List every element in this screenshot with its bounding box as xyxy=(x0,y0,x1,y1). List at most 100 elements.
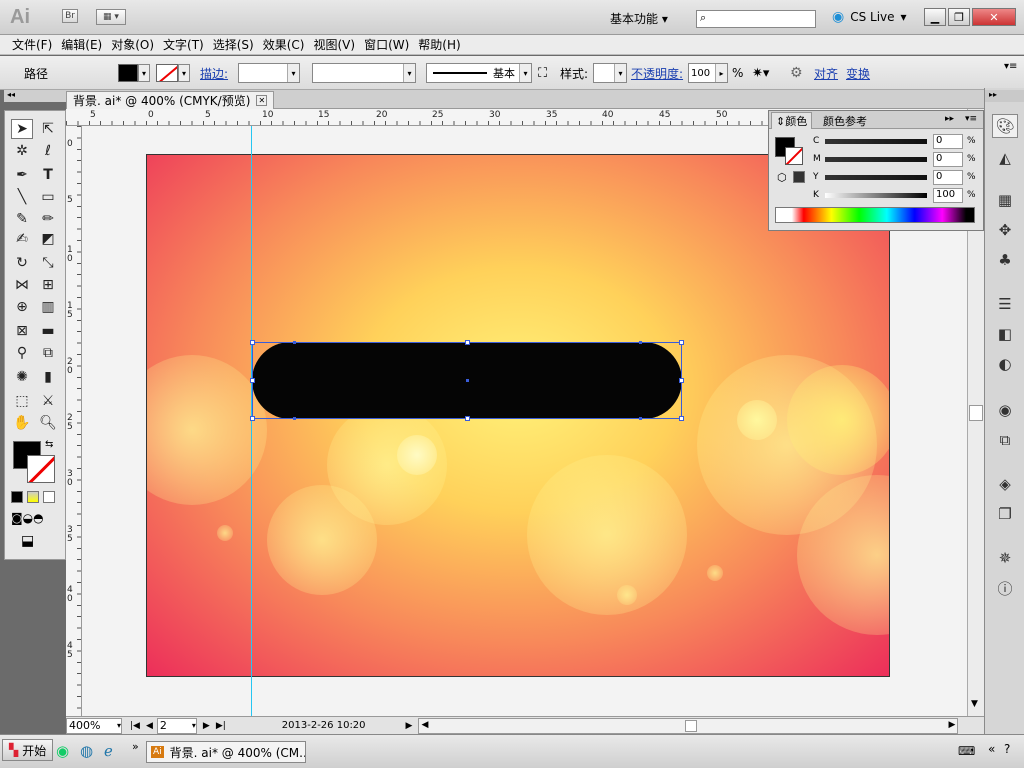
color-stroke-swatch[interactable] xyxy=(785,147,803,165)
hscroll-thumb[interactable] xyxy=(685,719,698,732)
width-tool-icon[interactable]: ⋈ xyxy=(11,275,33,295)
tab-color[interactable]: ⇕颜色 xyxy=(771,112,813,129)
recolor-artwork-icon[interactable]: ✷▾ xyxy=(752,63,769,83)
stroke-swatch[interactable]: ▾ xyxy=(156,63,190,83)
scroll-thumb[interactable] xyxy=(969,405,983,421)
resize-handle[interactable] xyxy=(465,340,470,345)
draw-mode-icons[interactable]: ◙◒◓ xyxy=(11,511,44,525)
zoom-tool-icon[interactable]: 🔍︎ xyxy=(37,413,59,433)
taskbar-item-illustrator[interactable]: Ai 背景. ai* @ 400% (CM... xyxy=(146,741,306,763)
tools-collapse-icon[interactable]: ◂◂ xyxy=(4,90,66,102)
last-page-icon[interactable]: ▶| xyxy=(216,721,226,731)
symbol-sprayer-tool-icon[interactable]: ✺ xyxy=(11,367,33,387)
appearance-icon[interactable]: ◉ xyxy=(992,398,1018,422)
keyboard-icon[interactable]: ⌨ xyxy=(958,744,975,758)
channel-m-input[interactable]: 0 xyxy=(933,152,963,167)
menu-window[interactable]: 窗口(W) xyxy=(364,36,418,53)
stroke-icon[interactable]: ☰ xyxy=(992,292,1018,316)
resize-handle[interactable] xyxy=(250,340,255,345)
opacity-input[interactable]: 100 ▸ xyxy=(688,63,728,83)
chrome-icon[interactable]: ◉ xyxy=(56,742,69,760)
doc-setup-icon[interactable]: ⚙ xyxy=(790,63,803,83)
channel-m-slider[interactable] xyxy=(825,157,927,162)
lasso-tool-icon[interactable]: ℓ xyxy=(37,141,59,161)
align-link[interactable]: 对齐 xyxy=(814,63,838,83)
menu-edit[interactable]: 编辑(E) xyxy=(61,36,111,53)
info-icon[interactable]: ⓘ xyxy=(992,576,1018,600)
artboards-icon[interactable]: ❐ xyxy=(992,502,1018,526)
brush-dropdown[interactable]: 基本 ▾ xyxy=(426,63,532,83)
fill-swatch[interactable]: ▾ xyxy=(118,63,150,83)
transform-link[interactable]: 变换 xyxy=(846,63,870,83)
panel-menu-icon[interactable]: ▾≡ xyxy=(1004,56,1017,76)
free-transform-tool-icon[interactable]: ⊞ xyxy=(37,275,59,295)
resize-handle[interactable] xyxy=(679,378,684,383)
close-tab-icon[interactable]: ✕ xyxy=(256,95,268,106)
channel-y-slider[interactable] xyxy=(825,175,927,180)
artboard-tool-icon[interactable]: ⬚ xyxy=(11,391,33,411)
bridge-button[interactable]: Br xyxy=(62,9,78,23)
graphic-styles-icon[interactable]: ⧉ xyxy=(992,428,1018,452)
web-safe-swatch[interactable] xyxy=(793,171,805,183)
resize-handle[interactable] xyxy=(679,416,684,421)
channel-y-input[interactable]: 0 xyxy=(933,170,963,185)
next-page-icon[interactable]: ▶ xyxy=(203,721,210,731)
channel-k-slider[interactable] xyxy=(825,193,927,198)
resize-handle[interactable] xyxy=(465,416,470,421)
brush-options-icon[interactable]: ⛶ xyxy=(538,63,547,83)
perspective-grid-tool-icon[interactable]: ▥ xyxy=(37,297,59,317)
blend-tool-icon[interactable]: ⧉ xyxy=(37,343,59,363)
color-spectrum-bar[interactable] xyxy=(775,207,975,223)
channel-k-input[interactable]: 100 xyxy=(933,188,963,203)
menu-file[interactable]: 文件(F) xyxy=(12,36,61,53)
cs-live-button[interactable]: ◉ CS Live ▾ xyxy=(832,9,907,25)
explorer-icon[interactable]: ◍ xyxy=(80,742,93,760)
pen-tool-icon[interactable]: ✒ xyxy=(11,165,33,185)
brushes-icon[interactable]: ✥ xyxy=(992,218,1018,242)
rotate-tool-icon[interactable]: ↻ xyxy=(11,253,33,273)
horizontal-scrollbar[interactable]: ◀ ▶ xyxy=(418,717,959,734)
scroll-right-icon[interactable]: ▶ xyxy=(949,720,956,730)
scale-tool-icon[interactable]: ⤡ xyxy=(37,253,59,273)
color-panel-menu-icon[interactable]: ▾≡ xyxy=(965,114,977,124)
minimize-button[interactable]: ▁ xyxy=(924,8,946,26)
line-tool-icon[interactable]: ╲ xyxy=(11,187,33,207)
eyedropper-tool-icon[interactable]: ⚲ xyxy=(11,343,33,363)
rectangle-tool-icon[interactable]: ▭ xyxy=(37,187,59,207)
menu-select[interactable]: 选择(S) xyxy=(213,36,263,53)
direct-selection-tool-icon[interactable]: ⇱ xyxy=(37,119,59,139)
swatches-icon[interactable]: ▦ xyxy=(992,188,1018,212)
quicklaunch-more-icon[interactable]: » xyxy=(132,740,139,753)
resize-handle[interactable] xyxy=(250,378,255,383)
slice-tool-icon[interactable]: ⚔ xyxy=(37,391,59,411)
zoom-field[interactable]: 400% ▾ xyxy=(66,717,122,734)
resize-handle[interactable] xyxy=(250,416,255,421)
arrange-documents-button[interactable]: ▦ ▾ xyxy=(96,9,126,25)
swap-colors-icon[interactable]: ⇆ xyxy=(45,439,53,450)
type-tool-icon[interactable]: T xyxy=(37,165,59,185)
column-graph-tool-icon[interactable]: ▮ xyxy=(37,367,59,387)
tab-color-guide[interactable]: 颜色参考 xyxy=(823,113,867,129)
gradient-button[interactable] xyxy=(27,491,39,503)
selection-tool-icon[interactable]: ➤ xyxy=(11,119,33,139)
color-panel-icon[interactable]: 🎨︎ xyxy=(992,114,1018,138)
blob-brush-tool-icon[interactable]: ✍ xyxy=(11,229,33,249)
search-input[interactable]: ⌕ xyxy=(696,10,816,28)
menu-view[interactable]: 视图(V) xyxy=(313,36,364,53)
stroke-weight-field[interactable]: ▾ xyxy=(238,63,300,83)
channel-c-input[interactable]: 0 xyxy=(933,134,963,149)
pencil-tool-icon[interactable]: ✏ xyxy=(37,209,59,229)
vertical-guide[interactable] xyxy=(251,126,252,716)
stroke-color-box[interactable] xyxy=(27,455,55,483)
mesh-tool-icon[interactable]: ⊠ xyxy=(11,321,33,341)
shape-builder-tool-icon[interactable]: ⊕ xyxy=(11,297,33,317)
restore-button[interactable]: ❐ xyxy=(948,8,970,26)
close-button[interactable]: ✕ xyxy=(972,8,1016,26)
ie-icon[interactable]: ℯ xyxy=(104,742,113,760)
menu-effect[interactable]: 效果(C) xyxy=(263,36,314,53)
menu-object[interactable]: 对象(O) xyxy=(111,36,163,53)
panel-collapse-icon[interactable]: ▸▸ xyxy=(945,114,954,124)
help-icon[interactable]: ? xyxy=(1004,742,1010,756)
document-tab[interactable]: 背景. ai* @ 400% (CMYK/预览) ✕ xyxy=(66,91,275,109)
first-page-icon[interactable]: |◀ xyxy=(130,721,140,731)
